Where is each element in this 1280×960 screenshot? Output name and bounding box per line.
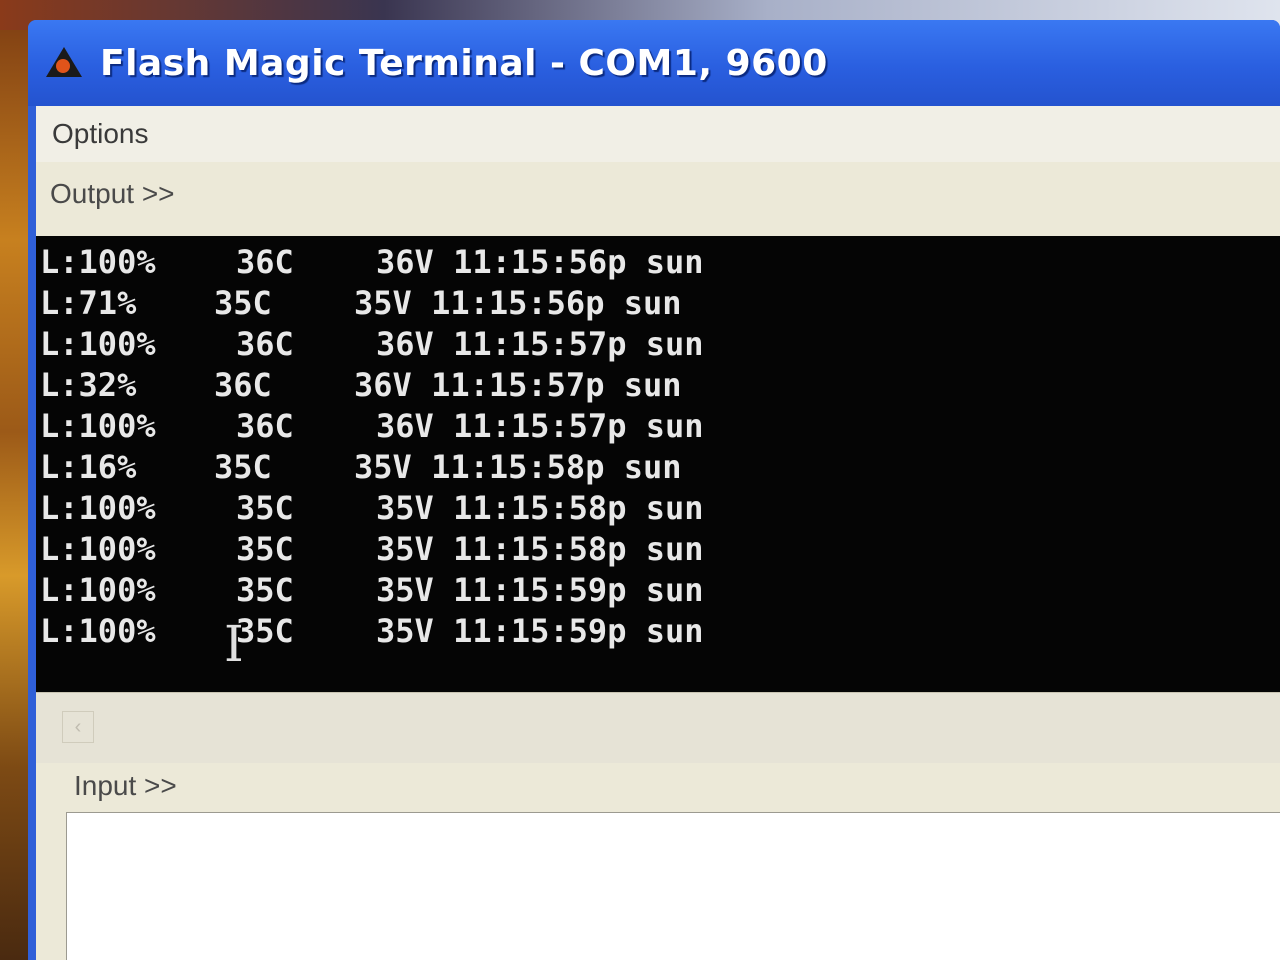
output-line: L:100% 36C 36V 11:15:57p sun <box>36 324 1280 365</box>
output-line: L:100% 35C 35V 11:15:59p sun <box>36 611 1280 652</box>
text-cursor-icon: I <box>224 615 244 673</box>
output-line: L:32% 36C 36V 11:15:57p sun <box>36 365 1280 406</box>
menu-item-options[interactable]: Options <box>52 118 149 150</box>
light-value: L:16% <box>40 448 137 486</box>
menu-bar: Options <box>36 106 1280 162</box>
output-line: L:16% 35C 35V 11:15:58p sun <box>36 447 1280 488</box>
temp-value: 35C <box>236 571 294 609</box>
output-pane[interactable]: L:100% 36C 36V 11:15:56p sun L:71% 35C 3… <box>36 236 1280 692</box>
output-line: L:100% 35C 35V 11:15:58p sun <box>36 529 1280 570</box>
voltage-time-value: 35V 11:15:58p sun <box>376 489 704 527</box>
light-value: L:100% <box>40 489 156 527</box>
voltage-time-value: 36V 11:15:56p sun <box>376 243 704 281</box>
light-value: L:100% <box>40 530 156 568</box>
light-value: L:32% <box>40 366 137 404</box>
input-label[interactable]: Input >> <box>74 770 177 802</box>
flash-magic-icon[interactable] <box>42 41 86 85</box>
terminal-window: Flash Magic Terminal - COM1, 9600 Option… <box>28 20 1280 960</box>
temp-value: 35C <box>236 489 294 527</box>
temp-value: 35C <box>214 284 272 322</box>
horizontal-scrollbar[interactable]: ‹ <box>36 692 1280 763</box>
output-line: L:100% 36C 36V 11:15:56p sun <box>36 242 1280 283</box>
window-client-area: Options Output >> L:100% 36C 36V 11:15:5… <box>36 106 1280 960</box>
temp-value: 36C <box>236 243 294 281</box>
temp-value: 36C <box>236 325 294 363</box>
light-value: L:100% <box>40 325 156 363</box>
temp-value: 35C <box>236 530 294 568</box>
light-value: L:100% <box>40 612 156 650</box>
temp-value: 36C <box>214 366 272 404</box>
voltage-time-value: 35V 11:15:58p sun <box>354 448 682 486</box>
voltage-time-value: 36V 11:15:57p sun <box>376 325 704 363</box>
voltage-time-value: 35V 11:15:59p sun <box>376 612 704 650</box>
light-value: L:100% <box>40 243 156 281</box>
temp-value: 36C <box>236 407 294 445</box>
output-line: L:71% 35C 35V 11:15:56p sun <box>36 283 1280 324</box>
temp-value: 35C <box>236 612 294 650</box>
output-line: L:100% 35C 35V 11:15:58p sun <box>36 488 1280 529</box>
voltage-time-value: 36V 11:15:57p sun <box>376 407 704 445</box>
window-title: Flash Magic Terminal - COM1, 9600 <box>100 42 828 84</box>
voltage-time-value: 35V 11:15:58p sun <box>376 530 704 568</box>
voltage-time-value: 35V 11:15:59p sun <box>376 571 704 609</box>
input-field[interactable] <box>66 812 1280 960</box>
voltage-time-value: 35V 11:15:56p sun <box>354 284 682 322</box>
output-label[interactable]: Output >> <box>50 178 175 210</box>
voltage-time-value: 36V 11:15:57p sun <box>354 366 682 404</box>
scroll-left-icon[interactable]: ‹ <box>62 711 94 743</box>
output-line: L:100% 36C 36V 11:15:57p sun <box>36 406 1280 447</box>
light-value: L:71% <box>40 284 137 322</box>
title-bar[interactable]: Flash Magic Terminal - COM1, 9600 <box>28 20 1280 106</box>
light-value: L:100% <box>40 571 156 609</box>
light-value: L:100% <box>40 407 156 445</box>
output-line: L:100% 35C 35V 11:15:59p sun <box>36 570 1280 611</box>
temp-value: 35C <box>214 448 272 486</box>
